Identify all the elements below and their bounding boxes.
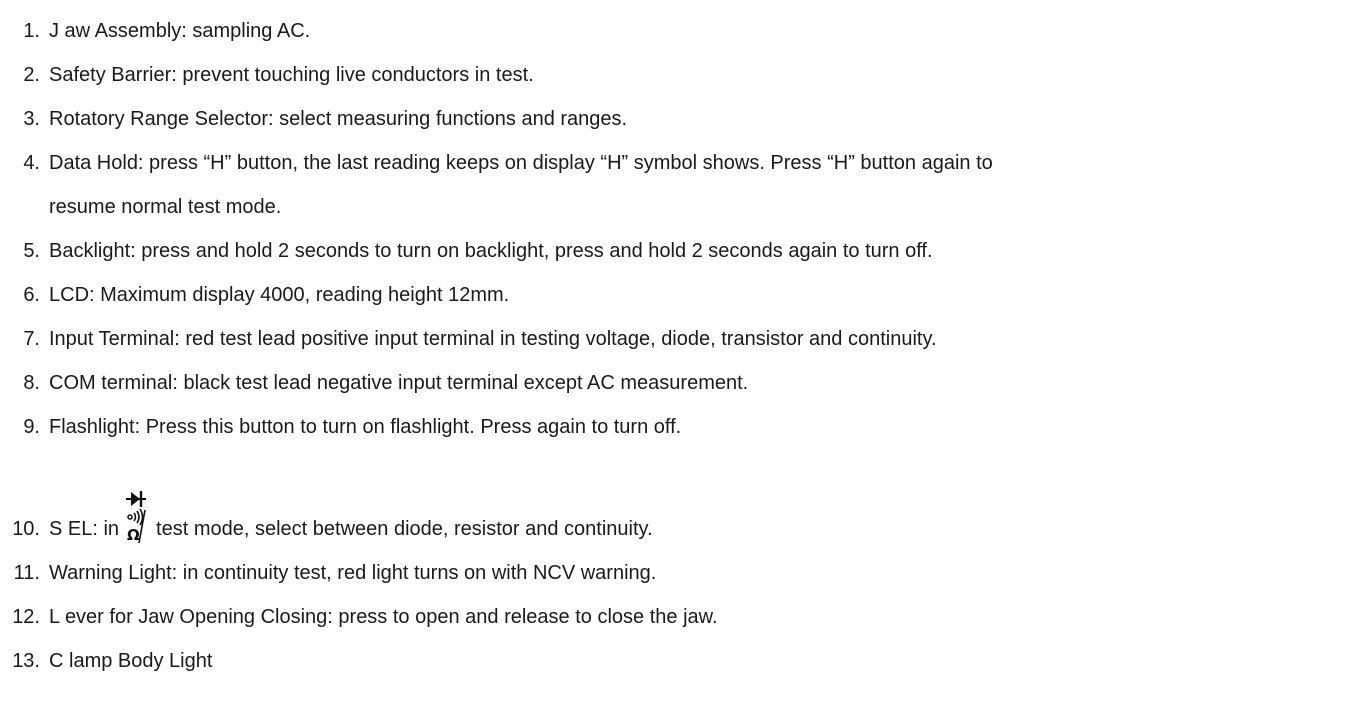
item-text-before-icon: S EL: in [49, 518, 120, 540]
item-number: 10. [12, 518, 40, 540]
item-text: L ever for Jaw Opening Closing: press to… [49, 606, 718, 628]
item-number: 7. [23, 328, 40, 350]
item-text: Flashlight: Press this button to turn on… [49, 416, 682, 438]
item-text: Safety Barrier: prevent touching live co… [49, 64, 534, 86]
item-number: 9. [23, 416, 40, 438]
item-number: 4. [23, 152, 40, 174]
diode-continuity-ohm-icon: Ω [124, 491, 150, 551]
item-text: C lamp Body Light [49, 650, 213, 672]
item-number: 13. [12, 650, 40, 672]
item-text: S EL: in Ω test mode, select between dio… [49, 491, 653, 551]
item-number: 5. [23, 240, 40, 262]
item-number: 2. [23, 64, 40, 86]
item-number: 12. [12, 606, 40, 628]
item-text: Data Hold: press “H” button, the last re… [49, 141, 993, 229]
item-text: LCD: Maximum display 4000, reading heigh… [49, 284, 510, 306]
item-text: Input Terminal: red test lead positive i… [49, 328, 937, 350]
item-text-after-icon: test mode, select between diode, resisto… [156, 518, 653, 540]
item-text: Warning Light: in continuity test, red l… [49, 562, 657, 584]
item-text: COM terminal: black test lead negative i… [49, 372, 749, 394]
item-number: 3. [23, 108, 40, 130]
item-number: 11. [13, 562, 40, 584]
item-text-line: Data Hold: press “H” button, the last re… [49, 152, 993, 174]
item-text-line: resume normal test mode. [49, 196, 282, 218]
item-number: 6. [23, 284, 40, 306]
item-text: Rotatory Range Selector: select measurin… [49, 108, 628, 130]
item-text: J aw Assembly: sampling AC. [49, 20, 311, 42]
item-number: 8. [23, 372, 40, 394]
item-number: 1. [23, 20, 40, 42]
svg-text:Ω: Ω [127, 526, 140, 544]
item-text: Backlight: press and hold 2 seconds to t… [49, 240, 933, 262]
